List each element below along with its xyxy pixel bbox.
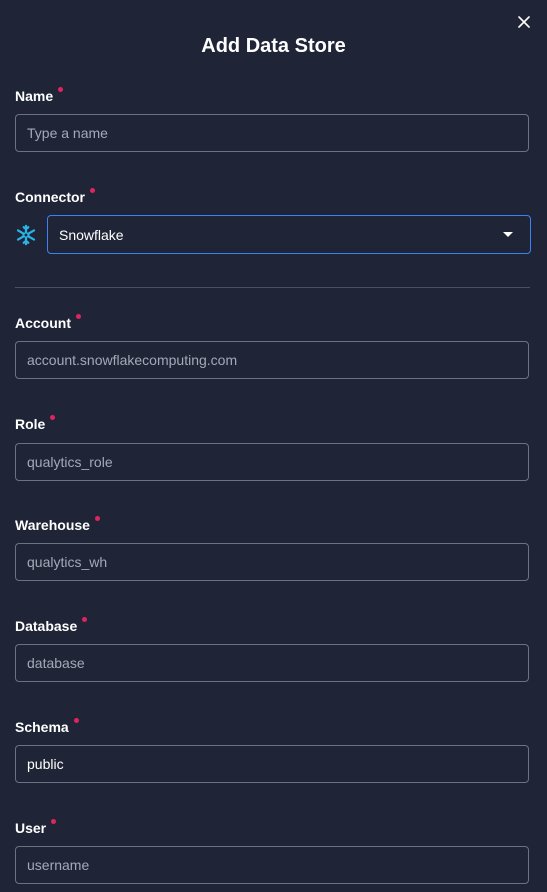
warehouse-field-wrapper (15, 543, 529, 581)
snowflake-icon (16, 224, 36, 246)
name-input[interactable] (16, 115, 528, 151)
close-icon (518, 16, 530, 28)
role-field-wrapper (15, 443, 529, 481)
required-indicator (90, 188, 95, 193)
name-label: Name (15, 87, 64, 105)
account-input[interactable] (16, 342, 528, 378)
warehouse-input[interactable] (16, 544, 528, 580)
user-input[interactable] (16, 847, 528, 883)
required-indicator (58, 87, 64, 92)
warehouse-label: Warehouse (15, 516, 100, 534)
connector-selected-value: Snowflake (59, 226, 124, 243)
section-divider (15, 287, 530, 288)
required-indicator (50, 415, 56, 420)
role-input[interactable] (16, 444, 528, 480)
role-label: Role (15, 415, 56, 433)
user-field-wrapper (15, 846, 529, 884)
required-indicator (51, 819, 57, 824)
connector-label: Connector (15, 188, 95, 206)
required-indicator (76, 314, 81, 319)
dialog-title: Add Data Store (201, 35, 346, 57)
database-field-wrapper (15, 644, 529, 682)
name-field-wrapper (15, 114, 529, 152)
account-field-wrapper (15, 341, 529, 379)
schema-label: Schema (15, 718, 79, 736)
close-button[interactable] (514, 12, 534, 32)
database-label: Database (15, 617, 88, 635)
user-label: User (15, 819, 57, 837)
connector-select[interactable]: Snowflake (47, 215, 531, 254)
chevron-down-icon (503, 232, 513, 237)
required-indicator (73, 718, 79, 723)
schema-input[interactable] (16, 746, 528, 782)
schema-field-wrapper (15, 745, 529, 783)
required-indicator (94, 516, 100, 521)
account-label: Account (15, 314, 81, 332)
required-indicator (82, 617, 88, 622)
database-input[interactable] (16, 645, 528, 681)
